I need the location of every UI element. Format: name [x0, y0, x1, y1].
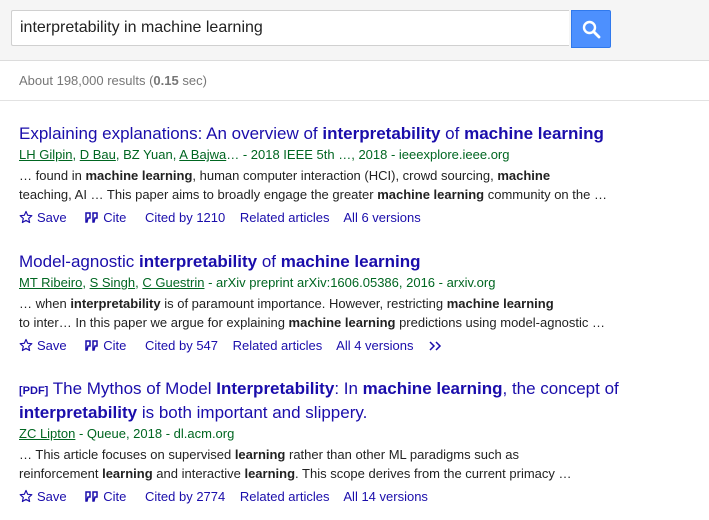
search-result: Model-agnostic interpretability of machi…: [19, 251, 639, 354]
save-button[interactable]: Save: [19, 338, 67, 353]
all-versions-link[interactable]: All 4 versions: [336, 338, 413, 353]
search-input[interactable]: [11, 10, 569, 46]
star-icon: [19, 210, 33, 224]
more-actions-button[interactable]: [428, 338, 448, 353]
result-actions: Save Cite Cited by 547 Related articles …: [19, 337, 639, 354]
result-title: [PDF] The Mythos of Model Interpretabili…: [19, 378, 639, 423]
result-snippet: … found in machine learning, human compu…: [19, 168, 607, 202]
cite-button[interactable]: Cite: [85, 338, 126, 353]
cited-by-link[interactable]: Cited by 1210: [145, 210, 225, 225]
save-button[interactable]: Save: [19, 489, 67, 504]
author-name: BZ Yuan: [123, 147, 173, 162]
result-meta: ZC Lipton - Queue, 2018 - dl.acm.org: [19, 425, 639, 442]
result-meta: LH Gilpin, D Bau, BZ Yuan, A Bajwa… - 20…: [19, 147, 510, 162]
star-icon: [19, 489, 33, 503]
result-title: Model-agnostic interpretability of machi…: [19, 251, 639, 272]
search-header: [0, 0, 709, 61]
publication-info: - arXiv preprint arXiv:1606.05386, 2016 …: [204, 275, 496, 290]
author-link[interactable]: ZC Lipton: [19, 426, 75, 441]
cited-by-link[interactable]: Cited by 2774: [145, 489, 225, 504]
search-button[interactable]: [571, 10, 611, 48]
results-stats-bar: About 198,000 results (0.15 sec): [0, 61, 709, 101]
author-link[interactable]: S Singh: [90, 275, 136, 290]
cited-by-link[interactable]: Cited by 547: [145, 338, 218, 353]
related-articles-link[interactable]: Related articles: [240, 210, 330, 225]
cite-button[interactable]: Cite: [85, 210, 126, 225]
author-link[interactable]: A Bajwa: [179, 147, 226, 162]
author-link[interactable]: MT Ribeiro: [19, 275, 82, 290]
publication-info: - Queue, 2018 - dl.acm.org: [75, 426, 235, 441]
publication-info: … - 2018 IEEE 5th …, 2018 - ieeexplore.i…: [226, 147, 510, 162]
result-title-link[interactable]: Model-agnostic interpretability of machi…: [19, 252, 421, 271]
cite-button[interactable]: Cite: [85, 489, 126, 504]
star-icon: [19, 338, 33, 352]
result-title-link[interactable]: The Mythos of Model Interpretability: In…: [19, 379, 619, 422]
search-result: Explaining explanations: An overview of …: [19, 123, 639, 226]
result-title: Explaining explanations: An overview of …: [19, 123, 639, 144]
quote-icon: [85, 491, 99, 502]
related-articles-link[interactable]: Related articles: [240, 489, 330, 504]
result-snippet: … when interpretability is of paramount …: [19, 296, 606, 330]
save-button[interactable]: Save: [19, 210, 67, 225]
result-actions: Save Cite Cited by 1210 Related articles…: [19, 209, 639, 226]
results-count: About 198,000 results (0.15 sec): [19, 73, 207, 88]
result-actions: Save Cite Cited by 2774 Related articles…: [19, 488, 639, 505]
result-snippet: … This article focuses on supervised lea…: [19, 447, 572, 481]
result-meta: MT Ribeiro, S Singh, C Guestrin - arXiv …: [19, 275, 496, 290]
all-versions-link[interactable]: All 14 versions: [343, 489, 428, 504]
author-link[interactable]: C Guestrin: [142, 275, 204, 290]
result-title-link[interactable]: Explaining explanations: An overview of …: [19, 124, 604, 143]
quote-icon: [85, 340, 99, 351]
search-result: [PDF] The Mythos of Model Interpretabili…: [19, 378, 639, 505]
quote-icon: [85, 212, 99, 223]
double-chevron-right-icon: [429, 341, 442, 351]
all-versions-link[interactable]: All 6 versions: [343, 210, 420, 225]
author-link[interactable]: LH Gilpin: [19, 147, 72, 162]
author-link[interactable]: D Bau: [80, 147, 116, 162]
related-articles-link[interactable]: Related articles: [233, 338, 323, 353]
search-icon: [582, 20, 601, 39]
pdf-tag: [PDF]: [19, 385, 49, 397]
